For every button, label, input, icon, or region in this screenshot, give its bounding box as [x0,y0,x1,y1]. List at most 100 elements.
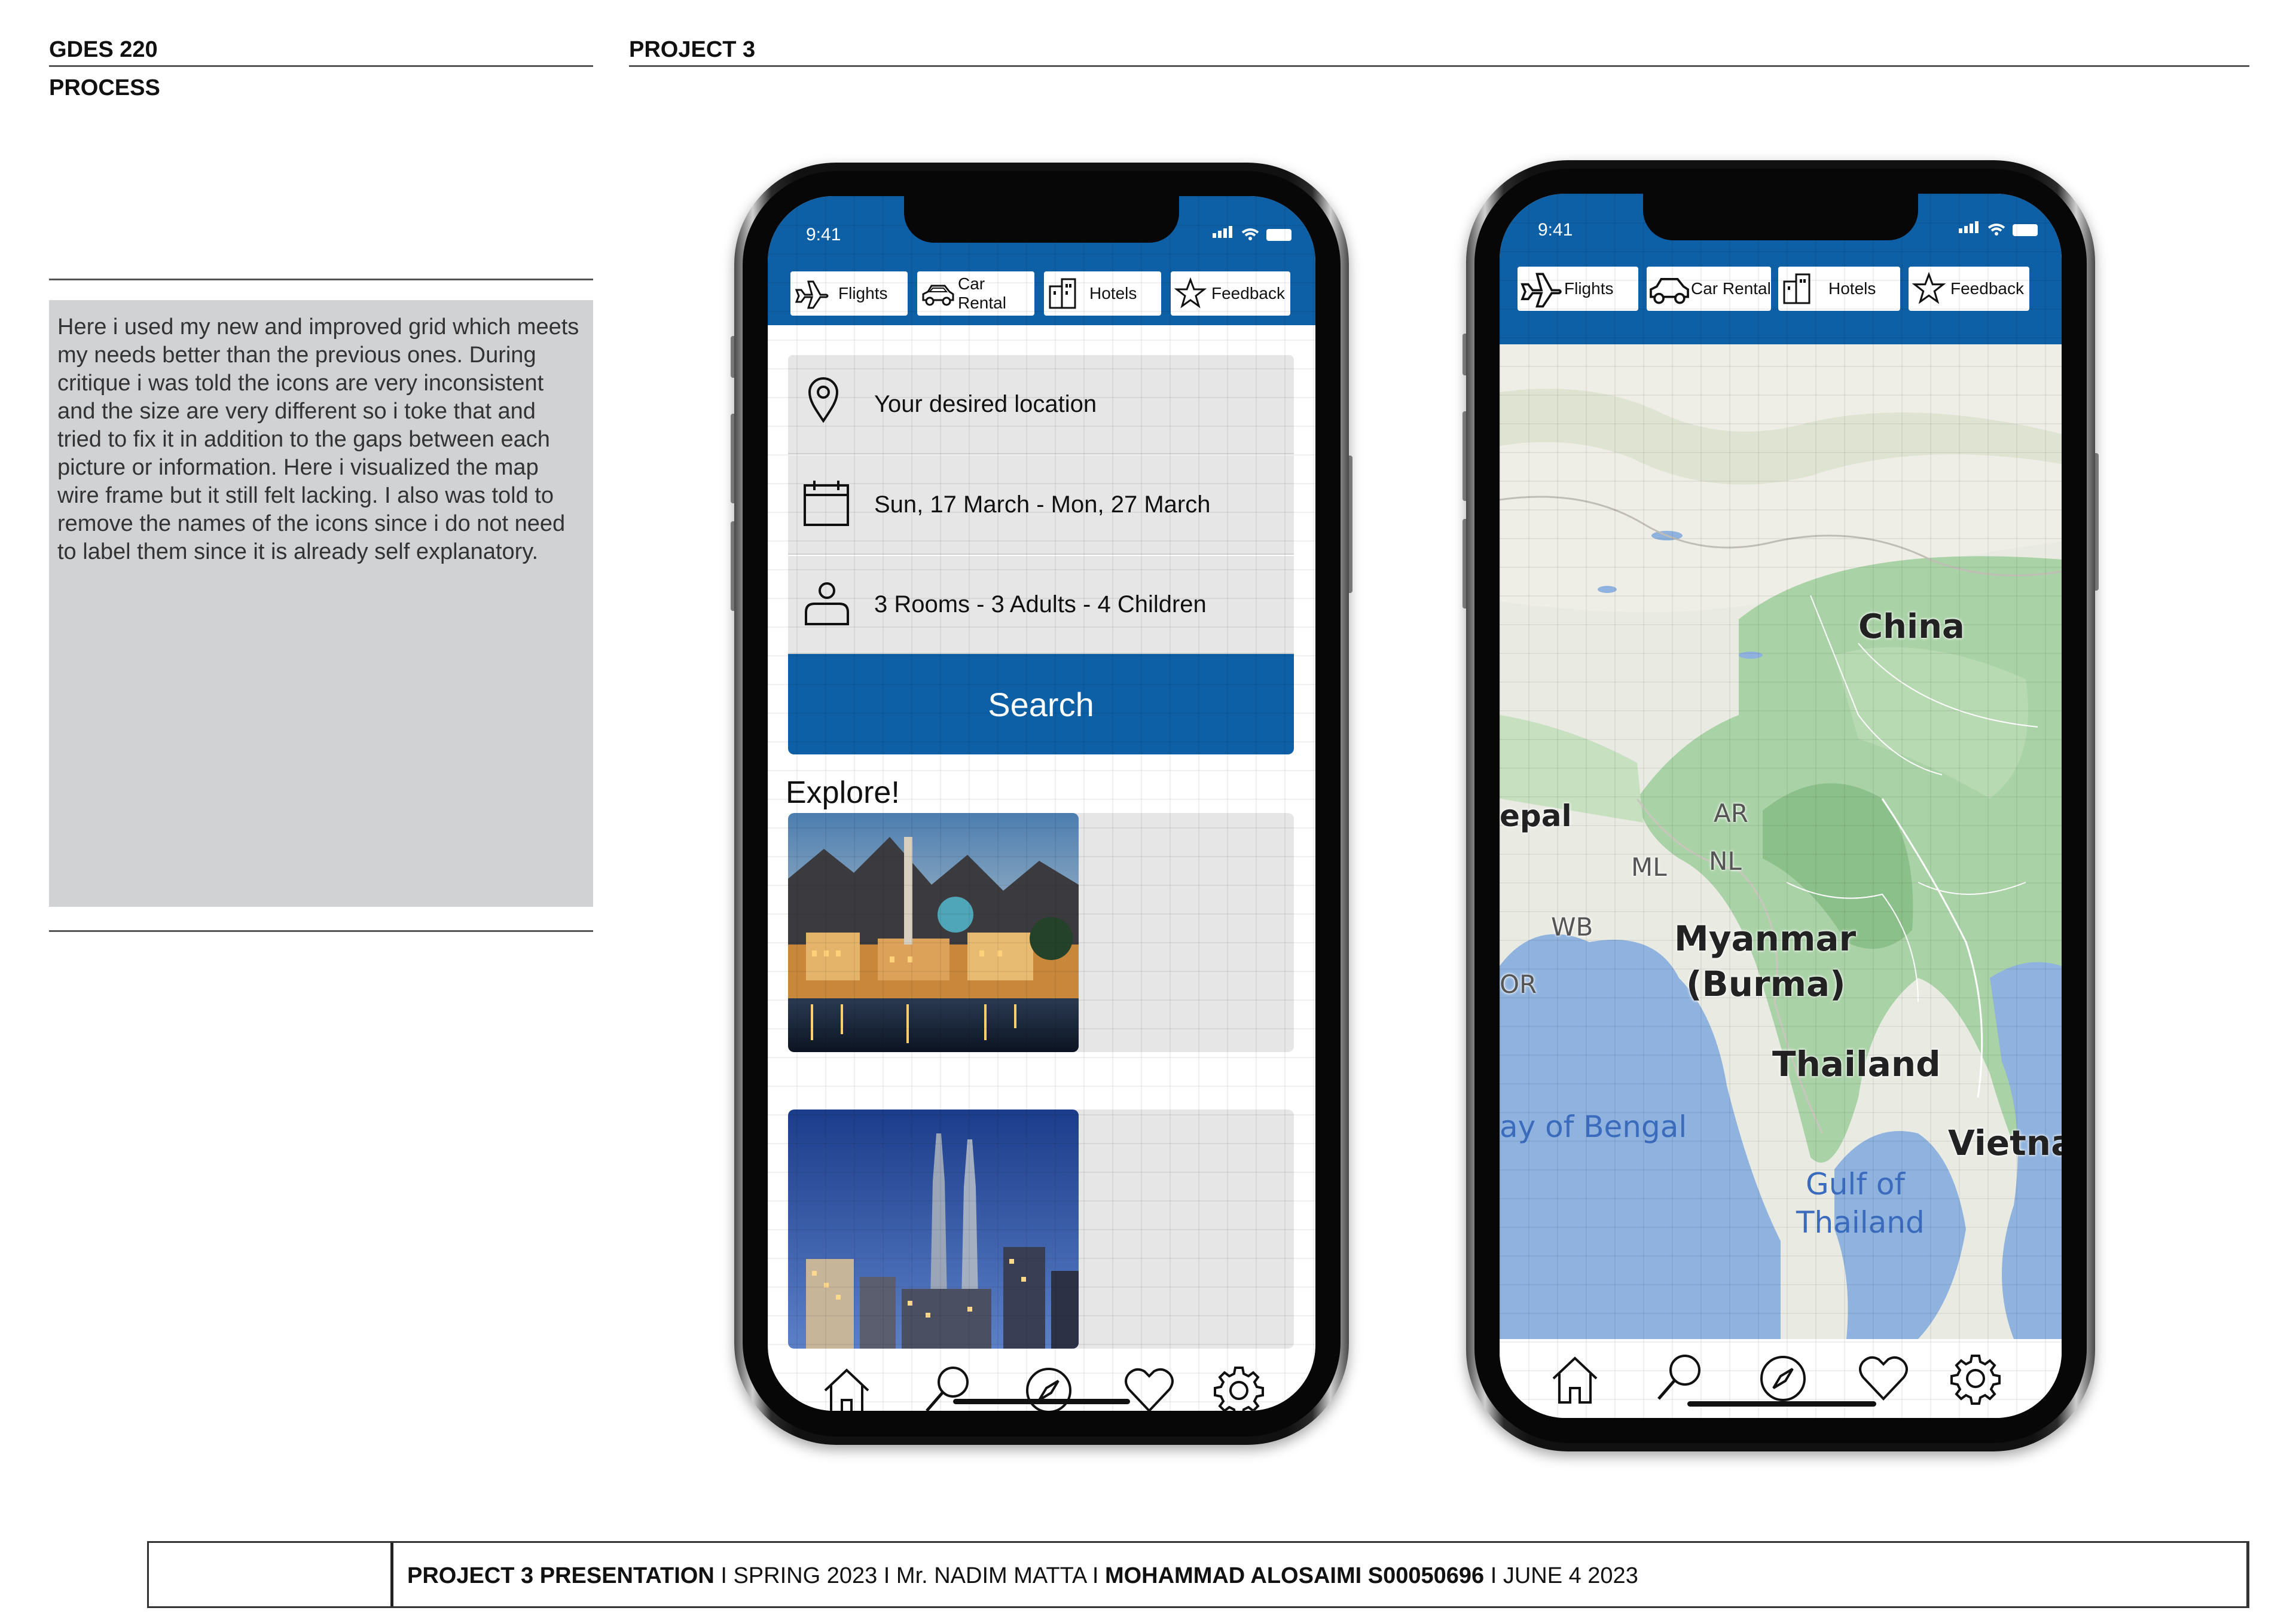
footer-term: I SPRING 2023 I Mr. NADIM MATTA I [714,1563,1105,1588]
tab-feedback[interactable]: Feedback [1171,271,1290,316]
phone-notch [1643,194,1918,240]
status-bar: 9:41 [768,196,1315,262]
map-label-gulf-of-thailand-2: Thailand [1796,1205,1925,1240]
airplane-icon [795,280,829,309]
home-indicator [953,1399,1130,1404]
status-icons [1959,221,2038,236]
tab-car-rental[interactable]: Car Rental [1647,267,1771,311]
map-label-bay-of-bengal: ay of Bengal [1500,1109,1687,1144]
map-label-gulf-of-thailand: Gulf of [1806,1167,1906,1202]
map-label-ml: ML [1631,852,1667,882]
description-text: Here i used my new and improved grid whi… [57,314,579,564]
guests-input: 3 Rooms - 3 Adults - 4 Children [874,591,1207,618]
map-label-burma: (Burma) [1686,964,1846,1004]
explore-card[interactable] [788,813,1294,1052]
tab-car-rental-label: Car Rental [1691,279,1771,298]
tab-feedback-label: Feedback [1211,284,1285,302]
tab-feedback[interactable]: Feedback [1909,267,2029,311]
airplane-icon [1521,273,1562,308]
tab-flights-label: Flights [838,284,888,302]
footer-date: I JUNE 4 2023 [1484,1563,1638,1588]
tab-flights[interactable]: Flights [790,271,908,316]
gear-icon[interactable] [1948,1351,2003,1406]
location-input: Your desired location [874,390,1097,417]
gear-icon[interactable] [1211,1363,1266,1411]
map-label-wb: WB [1551,912,1593,942]
muscat-corniche-photo [788,813,1079,1052]
wifi-icon [1241,228,1259,240]
phone-mockup-left: 9:41 Flights Car Rental Hotels Feedback … [731,163,1352,1445]
location-field[interactable]: Your desired location [788,355,1294,454]
star-icon [1174,277,1207,308]
tab-hotels-label: Hotels [1828,279,1876,298]
header-rule-left [49,65,593,67]
kuala-lumpur-towers-photo [788,1109,1079,1349]
tab-hotels-label: Hotels [1089,284,1137,302]
building-icon [1049,278,1076,309]
heart-icon[interactable] [1856,1351,1911,1406]
signal-icon [1213,226,1234,241]
desc-rule-top [49,279,593,280]
star-icon [1912,272,1946,304]
map-label-china: China [1858,607,1965,646]
section-title: PROCESS [49,75,160,100]
phone-notch [904,196,1179,243]
battery-icon [2013,224,2038,236]
home-indicator [1687,1401,1876,1407]
dates-field[interactable]: Sun, 17 March - Mon, 27 March [788,456,1294,555]
header-rule-right [629,65,2249,67]
footer-author: MOHAMMAD ALOSAIMI S00050696 [1104,1563,1485,1588]
home-icon[interactable] [1547,1352,1602,1407]
footer-text: PROJECT 3 PRESENTATION I SPRING 2023 I M… [407,1563,1638,1589]
guests-field[interactable]: 3 Rooms - 3 Adults - 4 Children [788,556,1294,654]
battery-icon [1266,229,1292,241]
tab-flights-label: Flights [1564,279,1614,298]
phone-screen: 9:41 Flights Car Rental Hotels Feedback … [1500,194,2062,1418]
project-title: PROJECT 3 [629,37,756,62]
signal-icon [1959,221,1980,236]
map-label-nepal: epal [1500,799,1572,833]
phone-mockup-right: 9:41 Flights Car Rental Hotels Feedback … [1463,160,2099,1451]
explore-card[interactable] [788,1109,1294,1349]
map-label-or: OR [1500,970,1537,999]
calendar-icon [804,481,849,526]
map-label-ar: AR [1714,799,1748,828]
search-button[interactable]: Search [788,654,1294,754]
tab-hotels[interactable]: Hotels [1044,271,1161,316]
location-pin-icon [808,377,839,423]
tab-flights[interactable]: Flights [1518,267,1638,311]
map-terrain [1500,344,2062,1339]
home-icon[interactable] [819,1364,874,1411]
top-nav: Flights Car Rental Hotels Feedback [1500,259,2062,344]
map-label-thailand: Thailand [1772,1044,1941,1084]
status-bar: 9:41 [1500,194,2062,259]
footer-divider [390,1543,393,1606]
footer: PROJECT 3 PRESENTATION I SPRING 2023 I M… [147,1541,2249,1608]
course-code: GDES 220 [49,37,158,62]
status-time: 9:41 [1538,220,1573,240]
tab-feedback-label: Feedback [1950,279,2024,298]
explore-title: Explore! [786,775,900,810]
compass-icon[interactable] [1755,1351,1810,1406]
top-nav: Flights Car Rental Hotels Feedback [768,262,1315,325]
footer-project: PROJECT 3 PRESENTATION [407,1563,715,1588]
building-icon [1783,273,1810,304]
tab-hotels[interactable]: Hotels [1778,267,1900,311]
map-label-vietnam: Vietna [1948,1123,2062,1163]
search-icon[interactable] [1653,1350,1708,1405]
description-box: Here i used my new and improved grid whi… [49,300,593,907]
car-icon [1650,278,1689,304]
status-icons [1213,226,1292,241]
phone-screen: 9:41 Flights Car Rental Hotels Feedback … [768,196,1315,1411]
map-label-nl: NL [1709,846,1742,876]
map-label-myanmar: Myanmar [1674,918,1857,959]
car-icon [922,285,954,306]
wifi-icon [1987,224,2005,236]
heart-icon[interactable] [1122,1363,1177,1411]
map-view[interactable]: China epal AR ML NL WB Myanmar (Burma) O… [1500,344,2062,1339]
status-time: 9:41 [806,225,841,244]
person-icon [805,582,849,625]
tab-car-rental-label: Car Rental [958,274,1006,312]
tab-car-rental[interactable]: Car Rental [917,271,1034,316]
desc-rule-bottom [49,930,593,932]
